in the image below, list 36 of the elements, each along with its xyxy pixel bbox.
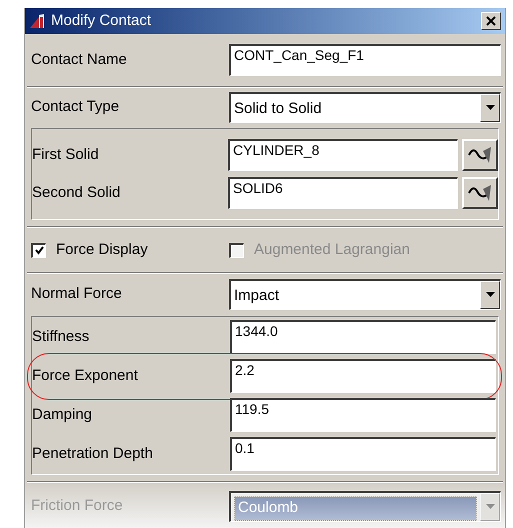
text-field[interactable]: 119.5 [230,398,496,432]
field-label: Force Display [56,240,148,260]
text-field[interactable]: 0.1 [230,437,496,471]
field-label: Friction Force [31,497,123,514]
close-icon [486,16,496,26]
dropdown[interactable]: Solid to Solid [229,92,501,122]
field-label: First Solid [32,146,99,163]
dropdown-arrow-icon [486,105,494,110]
dropdown-arrow-icon [486,292,494,297]
app-logo-icon [29,13,47,29]
field-label: Contact Name [31,51,127,68]
field-label: Contact Type [31,98,120,115]
dropdown-button[interactable] [480,280,500,308]
text-field[interactable]: CYLINDER_8 [228,139,458,171]
window-title: Modify Contact [51,10,152,31]
field-label: Force Exponent [32,367,138,384]
close-button[interactable] [481,12,501,30]
checkbox[interactable] [31,242,46,258]
dropdown-arrow-icon [486,504,494,509]
picker-button[interactable] [462,177,498,209]
field-label: Augmented Lagrangian [254,240,410,260]
picker-button[interactable] [462,139,498,171]
field-label: Stiffness [32,328,90,345]
dropdown-value: Solid to Solid [234,100,322,116]
field-label: Damping [32,406,92,423]
text-field[interactable]: 2.2 [230,359,496,393]
field-label: Normal Force [31,285,122,302]
dropdown-value: Impact [234,286,280,304]
text-field[interactable]: 1344.0 [230,320,496,354]
text-field[interactable]: SOLID6 [228,177,458,209]
dropdown-button[interactable] [480,94,500,122]
dropdown[interactable]: Impact [229,278,501,310]
field-label: Penetration Depth [32,445,153,462]
field-label: Second Solid [32,184,120,201]
text-field[interactable]: CONT_Can_Seg_F1 [229,44,501,76]
dropdown-value: Coulomb [234,496,477,520]
